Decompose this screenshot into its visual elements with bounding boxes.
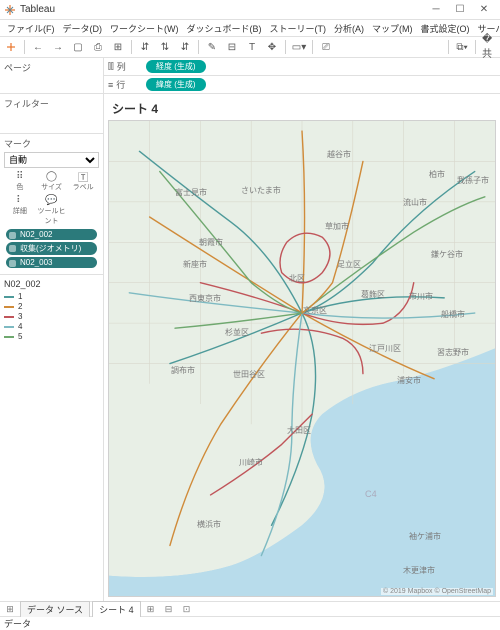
mark-label-button[interactable]: 🅃ラベル	[67, 171, 99, 192]
sidebar: ページ フィルター マーク 自動 ⠿色 ◯サイズ 🅃ラベル ⠇詳細 💬ツールヒン…	[0, 58, 104, 601]
marks-type-select[interactable]: 自動	[4, 152, 99, 168]
mark-pill-1[interactable]: 収集(ジオメトリ)	[6, 242, 97, 255]
present-icon[interactable]: ⎚	[319, 40, 333, 54]
color-legend: N02_002 12345	[0, 275, 103, 346]
new-sheet-icon[interactable]: ⊞	[111, 40, 125, 54]
highlight-icon[interactable]: ✎	[205, 40, 219, 54]
toolbar: ← → ▢ ⎙ ⊞ ⇵ ⇅ ⇵ ✎ ⊟ T ✥ ▭▾ ⎚ ⧉▾ �共	[0, 36, 500, 58]
rows-icon: ≡	[108, 80, 113, 90]
swap-icon[interactable]: ⇵	[138, 40, 152, 54]
legend-title: N02_002	[4, 279, 99, 289]
text-icon[interactable]: T	[245, 40, 259, 54]
mark-detail-button[interactable]: ⠇詳細	[4, 195, 36, 226]
pin-icon[interactable]: ✥	[265, 40, 279, 54]
mark-pill-2[interactable]: N02_003	[6, 257, 97, 268]
sheet-title[interactable]: シート 4	[104, 94, 500, 120]
back-icon[interactable]: ←	[31, 40, 45, 54]
datasource-tab-icon[interactable]: ⊞	[2, 604, 18, 615]
columns-label: ⫿⫿列	[108, 60, 140, 73]
menu-map[interactable]: マップ(M)	[369, 22, 416, 35]
legend-swatch	[4, 316, 14, 318]
menu-worksheet[interactable]: ワークシート(W)	[107, 22, 182, 35]
marks-title: マーク	[4, 137, 99, 150]
statusbar: データ	[0, 616, 500, 629]
menu-format[interactable]: 書式設定(O)	[418, 22, 473, 35]
tableau-logo-icon	[4, 4, 16, 16]
map-svg: C4	[109, 121, 495, 596]
label-icon: 🅃	[67, 171, 99, 182]
new-worksheet-icon[interactable]: ⊞	[143, 604, 159, 615]
legend-label: 1	[18, 292, 22, 301]
status-text: データ	[4, 617, 31, 630]
save-icon[interactable]: ▢	[71, 40, 85, 54]
menu-dashboard[interactable]: ダッシュボード(B)	[184, 22, 265, 35]
titlebar: Tableau ─ ☐ ✕	[0, 0, 500, 20]
mark-color-button[interactable]: ⠿色	[4, 171, 36, 192]
sheet-tabs: ⊞ データ ソース シート 4 ⊞ ⊟ ⊡	[0, 601, 500, 616]
mark-size-button[interactable]: ◯サイズ	[36, 171, 68, 192]
tableau-home-icon[interactable]	[4, 40, 18, 54]
legend-swatch	[4, 306, 14, 308]
maximize-button[interactable]: ☐	[448, 1, 472, 19]
columns-shelf[interactable]: ⫿⫿列 経度 (生成)	[104, 58, 500, 76]
group-icon[interactable]: ⊟	[225, 40, 239, 54]
show-me-icon[interactable]: ⧉▾	[455, 40, 469, 54]
share-icon[interactable]: �共	[482, 40, 496, 54]
fit-icon[interactable]: ▭▾	[292, 40, 306, 54]
menu-file[interactable]: ファイル(F)	[4, 22, 58, 35]
rows-shelf[interactable]: ≡行 緯度 (生成)	[104, 76, 500, 94]
legend-item-3[interactable]: 3	[4, 312, 99, 321]
menu-story[interactable]: ストーリー(T)	[267, 22, 330, 35]
mark-pill-0[interactable]: N02_002	[6, 229, 97, 240]
tooltip-icon: 💬	[36, 195, 68, 206]
detail-icon: ⠇	[4, 195, 36, 206]
color-icon: ⠿	[4, 171, 36, 182]
sort-asc-icon[interactable]: ⇅	[158, 40, 172, 54]
new-dashboard-icon[interactable]: ⊟	[161, 604, 177, 615]
pages-title: ページ	[4, 61, 99, 74]
tab-sheet[interactable]: シート 4	[92, 601, 141, 617]
columns-icon: ⫿⫿	[108, 61, 114, 72]
new-datasource-icon[interactable]: ⎙	[91, 40, 105, 54]
legend-item-2[interactable]: 2	[4, 302, 99, 311]
menubar: ファイル(F) データ(D) ワークシート(W) ダッシュボード(B) ストーリ…	[0, 20, 500, 36]
legend-label: 2	[18, 302, 22, 311]
menu-data[interactable]: データ(D)	[60, 22, 106, 35]
marks-card: マーク 自動 ⠿色 ◯サイズ 🅃ラベル ⠇詳細 💬ツールヒント N02_002 収…	[0, 134, 103, 275]
minimize-button[interactable]: ─	[424, 1, 448, 19]
filters-title: フィルター	[4, 97, 99, 110]
map-canvas[interactable]: C4 © 2019 Mapbox © OpenStreetMap 越谷市富士見市…	[108, 120, 496, 597]
map-attribution: © 2019 Mapbox © OpenStreetMap	[381, 588, 493, 595]
pages-shelf[interactable]: ページ	[0, 58, 103, 94]
legend-item-1[interactable]: 1	[4, 292, 99, 301]
legend-swatch	[4, 336, 14, 338]
close-button[interactable]: ✕	[472, 1, 496, 19]
filters-shelf[interactable]: フィルター	[0, 94, 103, 134]
size-icon: ◯	[36, 171, 68, 182]
forward-icon[interactable]: →	[51, 40, 65, 54]
map-route-label: C4	[365, 489, 377, 499]
rows-label: ≡行	[108, 78, 140, 91]
columns-pill-longitude[interactable]: 経度 (生成)	[146, 60, 206, 73]
menu-server[interactable]: サーバー(S)	[475, 22, 500, 35]
legend-label: 3	[18, 312, 22, 321]
window-title: Tableau	[20, 4, 55, 15]
legend-item-4[interactable]: 4	[4, 322, 99, 331]
legend-item-5[interactable]: 5	[4, 332, 99, 341]
legend-swatch	[4, 326, 14, 328]
legend-swatch	[4, 296, 14, 298]
legend-label: 4	[18, 322, 22, 331]
new-story-icon[interactable]: ⊡	[179, 604, 195, 615]
legend-label: 5	[18, 332, 22, 341]
sort-desc-icon[interactable]: ⇵	[178, 40, 192, 54]
rows-pill-latitude[interactable]: 緯度 (生成)	[146, 78, 206, 91]
mark-tooltip-button[interactable]: 💬ツールヒント	[36, 195, 68, 226]
tab-datasource[interactable]: データ ソース	[20, 601, 90, 617]
menu-analysis[interactable]: 分析(A)	[331, 22, 367, 35]
